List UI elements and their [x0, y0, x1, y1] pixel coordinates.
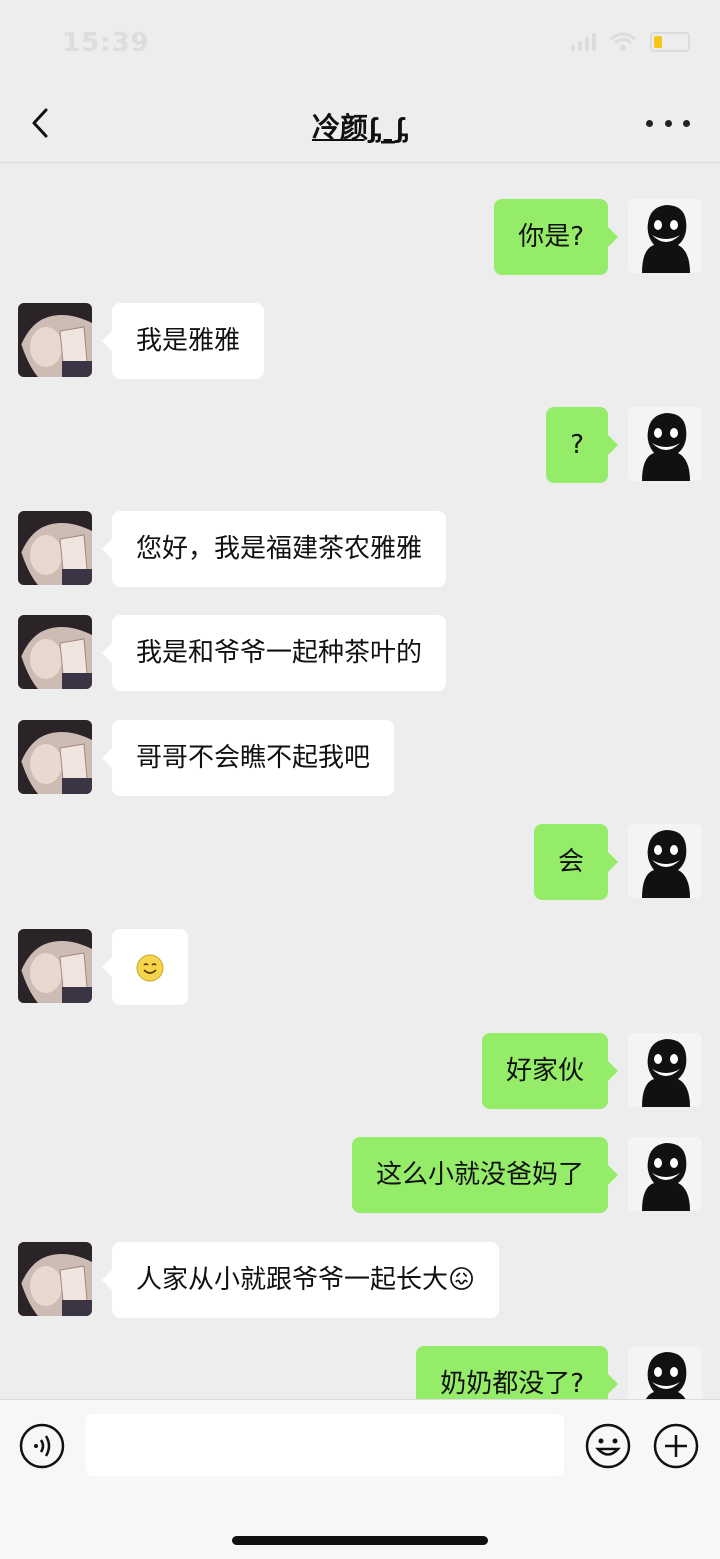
- incoming-message-bubble[interactable]: 我是雅雅: [101, 303, 265, 379]
- more-actions-button[interactable]: [652, 1422, 700, 1470]
- message-text: 好家伙: [505, 1056, 584, 1086]
- plus-icon: [653, 1423, 699, 1469]
- avatar-girl-image: [18, 511, 92, 585]
- avatar-girl-image: [18, 615, 92, 689]
- message-text: 奶奶都没了?: [440, 1369, 584, 1399]
- battery-level: [654, 36, 662, 48]
- wifi-icon: [610, 32, 636, 51]
- emoji-button[interactable]: [584, 1422, 632, 1470]
- outgoing-message-bubble[interactable]: ?: [546, 407, 618, 483]
- outgoing-message-bubble[interactable]: 你是?: [494, 199, 618, 275]
- avatar-girl-image: [18, 929, 92, 1003]
- avatar-shadow-image: [628, 1137, 702, 1211]
- avatar-girl-image: [18, 720, 92, 794]
- outgoing-message-bubble[interactable]: 会: [533, 824, 619, 900]
- message-text: 您好，我是福建茶农雅雅: [136, 534, 423, 564]
- contact-avatar[interactable]: [18, 511, 92, 585]
- status-bar: 15:39: [0, 0, 720, 84]
- my-avatar[interactable]: [628, 824, 702, 898]
- message-text: 这么小就没爸妈了: [375, 1160, 584, 1190]
- outgoing-message-bubble[interactable]: 奶奶都没了?: [416, 1346, 618, 1399]
- incoming-message-bubble[interactable]: 我是和爷爷一起种茶叶的: [101, 615, 447, 691]
- more-dot: [683, 119, 690, 127]
- contact-avatar[interactable]: [18, 929, 92, 1003]
- input-bar: [0, 1399, 720, 1559]
- chat-header: 冷颜ᶋ_ᶋ: [0, 84, 720, 163]
- voice-button[interactable]: [18, 1422, 66, 1470]
- more-button[interactable]: [646, 112, 690, 134]
- voice-icon: [19, 1423, 65, 1469]
- message-text: 我是和爷爷一起种茶叶的: [136, 638, 423, 668]
- avatar-shadow-image: [628, 199, 702, 273]
- avatar-shadow-image: [628, 1033, 702, 1107]
- emoji-icon: [585, 1423, 631, 1469]
- more-dot: [664, 119, 672, 127]
- incoming-message-bubble[interactable]: 人家从小就跟爷爷一起长大😖: [101, 1242, 500, 1318]
- message-text: 我是雅雅: [136, 326, 241, 356]
- chat-title[interactable]: 冷颜ᶋ_ᶋ: [0, 106, 720, 146]
- avatar-shadow-image: [628, 824, 702, 898]
- contact-avatar[interactable]: [18, 615, 92, 689]
- incoming-message-bubble[interactable]: 哥哥不会瞧不起我吧: [101, 720, 395, 796]
- my-avatar[interactable]: [628, 1033, 702, 1107]
- outgoing-message-bubble[interactable]: 好家伙: [481, 1033, 619, 1109]
- my-avatar[interactable]: [628, 199, 702, 273]
- message-text: 人家从小就跟爷爷一起长大😖: [136, 1265, 476, 1295]
- status-time: 15:39: [62, 28, 150, 58]
- contact-avatar[interactable]: [18, 720, 92, 794]
- avatar-shadow-image: [628, 407, 702, 481]
- message-input[interactable]: [86, 1414, 564, 1476]
- contact-avatar[interactable]: [18, 303, 92, 377]
- outgoing-message-bubble[interactable]: 这么小就没爸妈了: [351, 1137, 619, 1213]
- message-list[interactable]: 你是? 我是雅雅? 您好，我是福建茶农雅雅 我是和爷爷一起种茶叶的 哥哥不会瞧不起我吧会…: [0, 163, 720, 1399]
- incoming-message-bubble[interactable]: 您好，我是福建茶农雅雅: [101, 511, 447, 587]
- my-avatar[interactable]: [628, 407, 702, 481]
- message-text: 你是?: [518, 222, 584, 252]
- more-dot: [646, 119, 653, 127]
- home-indicator: [232, 1536, 488, 1545]
- message-text: 会: [557, 847, 584, 877]
- status-icons: [571, 32, 690, 52]
- message-text: ?: [570, 430, 584, 460]
- my-avatar[interactable]: [628, 1346, 702, 1399]
- incoming-message-bubble[interactable]: [102, 929, 188, 1005]
- avatar-shadow-image: [628, 1346, 702, 1399]
- contact-avatar[interactable]: [18, 1242, 92, 1316]
- smile-emoji-icon: [136, 954, 164, 981]
- avatar-girl-image: [18, 303, 92, 377]
- battery-icon: [650, 32, 690, 52]
- my-avatar[interactable]: [628, 1137, 702, 1211]
- message-text: 哥哥不会瞧不起我吧: [136, 743, 371, 773]
- signal-icon: [571, 33, 596, 51]
- avatar-girl-image: [18, 1242, 92, 1316]
